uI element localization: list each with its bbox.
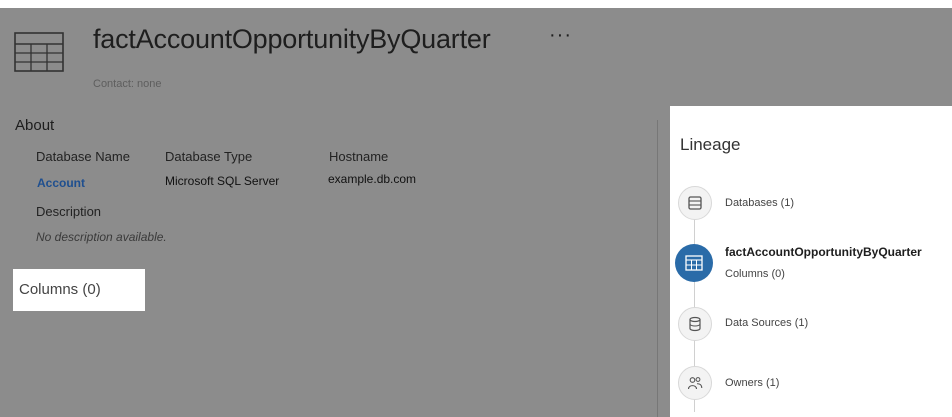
- lineage-data-sources[interactable]: Data Sources (1): [725, 317, 808, 329]
- more-actions-button[interactable]: ···: [549, 24, 572, 47]
- hostname-label: Hostname: [329, 149, 389, 164]
- table-node[interactable]: [675, 244, 713, 282]
- lineage-table-name: factAccountOpportunityByQuarter: [725, 245, 922, 259]
- page-overlay: factAccountOpportunityByQuarter ··· Cont…: [0, 8, 952, 417]
- lineage-title: Lineage: [680, 135, 741, 154]
- table-node-icon: [685, 255, 703, 271]
- contact-text: Contact: none: [93, 78, 162, 90]
- description-value: No description available.: [36, 230, 167, 244]
- database-name-link[interactable]: Account: [37, 176, 85, 190]
- divider: [657, 120, 658, 417]
- hostname-value: example.db.com: [328, 172, 417, 186]
- lineage-columns[interactable]: Columns (0): [725, 268, 785, 280]
- database-node[interactable]: [678, 186, 712, 220]
- lineage-panel: Lineage Databases (1) factAccountOpportu…: [670, 106, 952, 417]
- database-type-label: Database Type: [165, 149, 253, 164]
- users-icon: [687, 377, 703, 390]
- owners-node[interactable]: [678, 366, 712, 400]
- columns-label: Columns (0): [19, 281, 101, 298]
- lineage-owners[interactable]: Owners (1): [725, 377, 779, 389]
- table-icon: [14, 32, 64, 72]
- data-source-node[interactable]: [678, 307, 712, 341]
- description-label: Description: [36, 204, 102, 219]
- database-icon: [688, 196, 702, 210]
- about-heading: About: [15, 117, 55, 134]
- database-type-value: Microsoft SQL Server: [165, 174, 280, 188]
- page-title: factAccountOpportunityByQuarter: [93, 24, 491, 54]
- lineage-databases[interactable]: Databases (1): [725, 197, 794, 209]
- cylinder-icon: [689, 316, 701, 332]
- database-name-label: Database Name: [36, 149, 130, 164]
- columns-tab[interactable]: Columns (0): [13, 269, 145, 311]
